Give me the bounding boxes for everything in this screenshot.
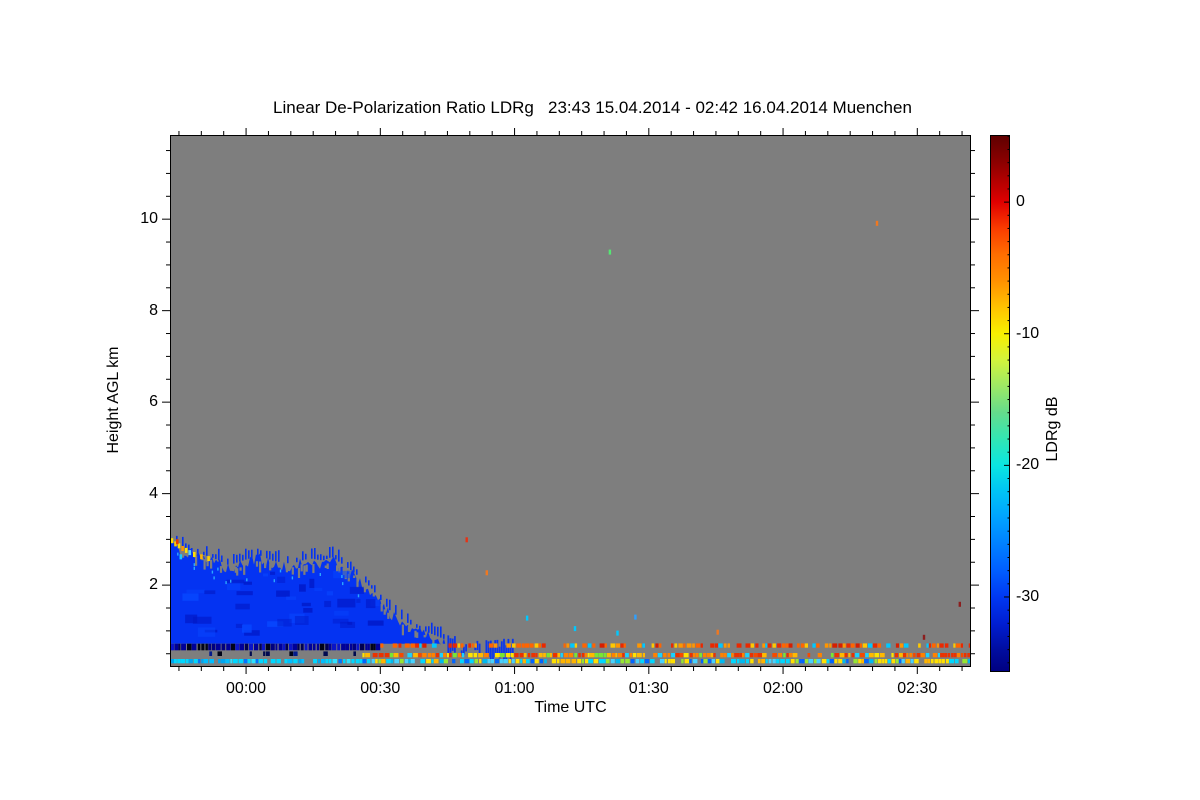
colorbar-tick-label: -30	[1016, 587, 1040, 605]
y-tick-label: 10	[140, 210, 158, 228]
y-tick-label: 8	[149, 301, 158, 319]
y-tick-label: 4	[149, 484, 158, 502]
x-tick-label: 02:00	[763, 680, 804, 697]
y-tick-label: 2	[149, 576, 158, 594]
y-tick-label: 6	[149, 393, 158, 411]
colorbar-tick-label: 0	[1016, 193, 1025, 211]
heatmap-content	[170, 135, 971, 667]
x-tick-label: 01:00	[494, 680, 535, 697]
ldr-quicklook-figure: Linear De-Polarization Ratio LDRg 23:43 …	[0, 0, 1200, 800]
x-tick-label: 00:00	[226, 680, 267, 697]
colorbar-tick-label: -20	[1016, 456, 1040, 474]
x-tick-label: 01:30	[628, 680, 669, 697]
x-tick-label: 00:30	[360, 680, 401, 697]
colorbar	[990, 135, 1010, 672]
x-tick-label: 02:30	[897, 680, 938, 697]
colorbar-tick-label: -10	[1016, 324, 1040, 342]
plot-canvas	[162, 128, 1010, 674]
